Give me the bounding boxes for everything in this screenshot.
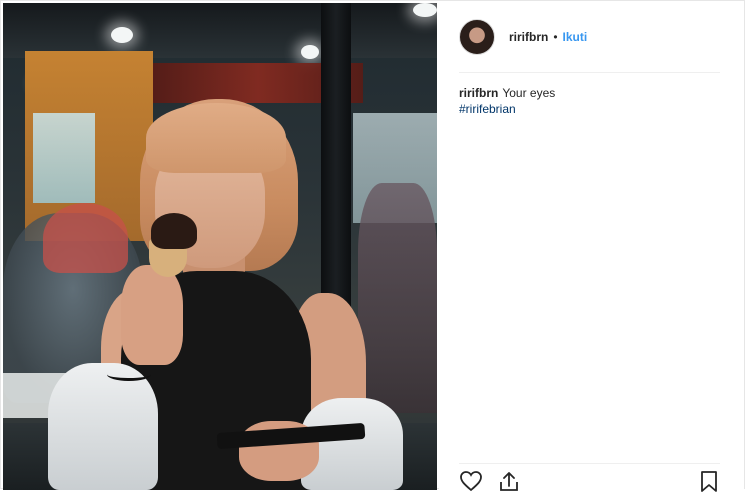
photo-ceiling xyxy=(3,3,437,58)
post-caption: ririfbrn Your eyes #ririfebrian xyxy=(459,85,721,117)
photo-light xyxy=(413,3,437,17)
person-bracelet xyxy=(107,368,151,381)
photo-light xyxy=(301,45,319,59)
person-hand xyxy=(121,265,183,365)
photo-light xyxy=(111,27,133,43)
separator-dot: • xyxy=(553,30,558,44)
post-photo[interactable] xyxy=(3,3,437,490)
author-username[interactable]: ririfbrn xyxy=(509,30,548,44)
post-card: ririfbrn • Ikuti ririfbrn Your eyes #riri… xyxy=(0,0,745,492)
avatar[interactable] xyxy=(459,19,495,55)
person-bangs xyxy=(146,103,286,173)
follow-button[interactable]: Ikuti xyxy=(563,30,588,44)
post-header: ririfbrn • Ikuti xyxy=(459,19,587,55)
ice-cream-chocolate xyxy=(151,213,197,249)
caption-hashtag[interactable]: #ririfebrian xyxy=(459,101,721,117)
post-sidebar: ririfbrn • Ikuti ririfbrn Your eyes #riri… xyxy=(439,3,744,492)
divider xyxy=(459,463,720,464)
photo-crowd xyxy=(358,183,437,413)
caption-username[interactable]: ririfbrn xyxy=(459,86,498,100)
divider xyxy=(459,72,720,73)
caption-text: Your eyes xyxy=(502,86,556,100)
photo-screen xyxy=(33,113,95,203)
photo-crowd xyxy=(43,203,128,273)
person-sleeve xyxy=(48,363,158,490)
